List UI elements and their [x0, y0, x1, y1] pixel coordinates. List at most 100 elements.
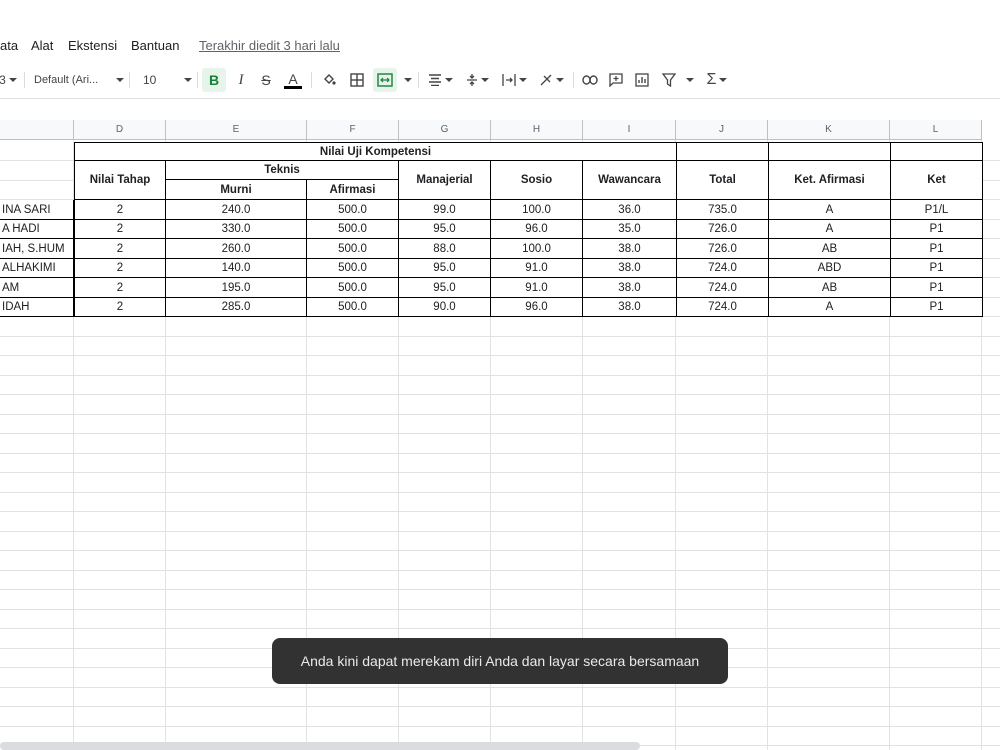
column-header-I[interactable]: I	[583, 120, 676, 140]
table-cell[interactable]: 96.0	[491, 298, 583, 317]
table-cell[interactable]: 735.0	[677, 200, 769, 220]
header-ket[interactable]: Ket	[891, 161, 983, 200]
header-ket-afirmasi[interactable]: Ket. Afirmasi	[769, 161, 891, 200]
format-dropdown[interactable]: 3	[0, 68, 17, 92]
table-cell[interactable]: 100.0	[491, 200, 583, 220]
chart-icon[interactable]	[631, 68, 653, 92]
column-header-J[interactable]: J	[676, 120, 768, 140]
table-cell[interactable]: 2	[74, 200, 166, 220]
functions-button[interactable]: Σ	[701, 68, 733, 92]
table-cell[interactable]: 38.0	[583, 239, 677, 259]
column-header-K[interactable]: K	[768, 120, 890, 140]
table-cell[interactable]: A	[769, 200, 891, 220]
column-header-G[interactable]: G	[399, 120, 491, 140]
table-cell[interactable]: 91.0	[491, 259, 583, 278]
header-total[interactable]: Total	[677, 161, 769, 200]
italic-button[interactable]: I	[230, 68, 252, 92]
table-cell[interactable]: 2	[74, 239, 166, 259]
table-cell[interactable]: 724.0	[677, 278, 769, 298]
column-header-C[interactable]	[0, 120, 74, 140]
table-cell[interactable]: AB	[769, 239, 891, 259]
header-blank[interactable]	[769, 142, 891, 161]
name-cell[interactable]: IDAH	[0, 298, 74, 317]
filter-icon[interactable]	[659, 68, 679, 92]
table-cell[interactable]: AB	[769, 278, 891, 298]
text-color-button[interactable]: A	[281, 68, 305, 92]
table-cell[interactable]: 95.0	[399, 220, 491, 239]
table-cell[interactable]: 2	[74, 278, 166, 298]
horizontal-align-icon[interactable]	[424, 68, 456, 92]
font-size-dropdown[interactable]: 10	[138, 68, 192, 92]
table-cell[interactable]: 88.0	[399, 239, 491, 259]
table-cell[interactable]: 500.0	[307, 220, 399, 239]
table-cell[interactable]: 90.0	[399, 298, 491, 317]
table-cell[interactable]: P1	[891, 278, 983, 298]
table-cell[interactable]: 195.0	[166, 278, 307, 298]
borders-icon[interactable]	[346, 68, 368, 92]
link-icon[interactable]	[579, 68, 601, 92]
column-header-F[interactable]: F	[307, 120, 399, 140]
horizontal-scrollbar[interactable]	[0, 742, 640, 750]
table-cell[interactable]: 2	[74, 220, 166, 239]
header-nilai-uji-kompetensi[interactable]: Nilai Uji Kompetensi	[74, 142, 677, 161]
table-cell[interactable]: 95.0	[399, 278, 491, 298]
table-cell[interactable]: 500.0	[307, 239, 399, 259]
text-wrap-icon[interactable]	[498, 68, 530, 92]
menu-tools[interactable]: Alat	[31, 38, 53, 53]
table-cell[interactable]: 500.0	[307, 278, 399, 298]
header-sosio[interactable]: Sosio	[491, 161, 583, 200]
header-blank[interactable]	[891, 142, 983, 161]
header-afirmasi[interactable]: Afirmasi	[307, 180, 399, 200]
name-cell[interactable]: ALHAKIMI	[0, 259, 74, 278]
column-header-E[interactable]: E	[166, 120, 307, 140]
menu-data[interactable]: ata	[0, 38, 18, 53]
font-family-dropdown[interactable]: Default (Ari...	[34, 68, 124, 92]
table-cell[interactable]: 240.0	[166, 200, 307, 220]
column-header-L[interactable]: L	[890, 120, 982, 140]
table-cell[interactable]: P1	[891, 239, 983, 259]
table-cell[interactable]: 38.0	[583, 259, 677, 278]
table-cell[interactable]: 285.0	[166, 298, 307, 317]
fill-color-icon[interactable]	[318, 68, 340, 92]
column-header-D[interactable]: D	[74, 120, 166, 140]
header-manajerial[interactable]: Manajerial	[399, 161, 491, 200]
menu-extensions[interactable]: Ekstensi	[68, 38, 117, 53]
table-cell[interactable]: 38.0	[583, 278, 677, 298]
header-murni[interactable]: Murni	[166, 180, 307, 200]
table-cell[interactable]: 91.0	[491, 278, 583, 298]
name-cell[interactable]: IAH, S.HUM	[0, 239, 74, 259]
table-cell[interactable]: P1	[891, 220, 983, 239]
table-cell[interactable]: 99.0	[399, 200, 491, 220]
table-cell[interactable]: P1	[891, 298, 983, 317]
menu-help[interactable]: Bantuan	[131, 38, 179, 53]
text-rotation-icon[interactable]	[535, 68, 567, 92]
table-cell[interactable]: 724.0	[677, 259, 769, 278]
table-cell[interactable]: 96.0	[491, 220, 583, 239]
table-cell[interactable]: 726.0	[677, 220, 769, 239]
header-wawancara[interactable]: Wawancara	[583, 161, 677, 200]
table-cell[interactable]: A	[769, 298, 891, 317]
table-cell[interactable]: 36.0	[583, 200, 677, 220]
column-header-H[interactable]: H	[491, 120, 583, 140]
merge-options-chevron-down-icon[interactable]	[399, 68, 413, 92]
strikethrough-button[interactable]: S	[255, 68, 277, 92]
header-teknis[interactable]: Teknis	[166, 161, 399, 180]
table-cell[interactable]: ABD	[769, 259, 891, 278]
table-cell[interactable]: 260.0	[166, 239, 307, 259]
table-cell[interactable]: 140.0	[166, 259, 307, 278]
table-cell[interactable]: 500.0	[307, 259, 399, 278]
table-cell[interactable]: 100.0	[491, 239, 583, 259]
header-nilai-tahap[interactable]: Nilai Tahap	[74, 161, 166, 200]
table-cell[interactable]: 95.0	[399, 259, 491, 278]
table-cell[interactable]: 726.0	[677, 239, 769, 259]
table-cell[interactable]: 330.0	[166, 220, 307, 239]
table-cell[interactable]: P1/L	[891, 200, 983, 220]
table-cell[interactable]: P1	[891, 259, 983, 278]
filter-options-chevron-down-icon[interactable]	[681, 68, 695, 92]
merge-cells-icon[interactable]	[373, 68, 397, 92]
header-blank[interactable]	[677, 142, 769, 161]
vertical-align-icon[interactable]	[461, 68, 493, 92]
table-cell[interactable]: 724.0	[677, 298, 769, 317]
comment-icon[interactable]	[605, 68, 627, 92]
table-cell[interactable]: A	[769, 220, 891, 239]
